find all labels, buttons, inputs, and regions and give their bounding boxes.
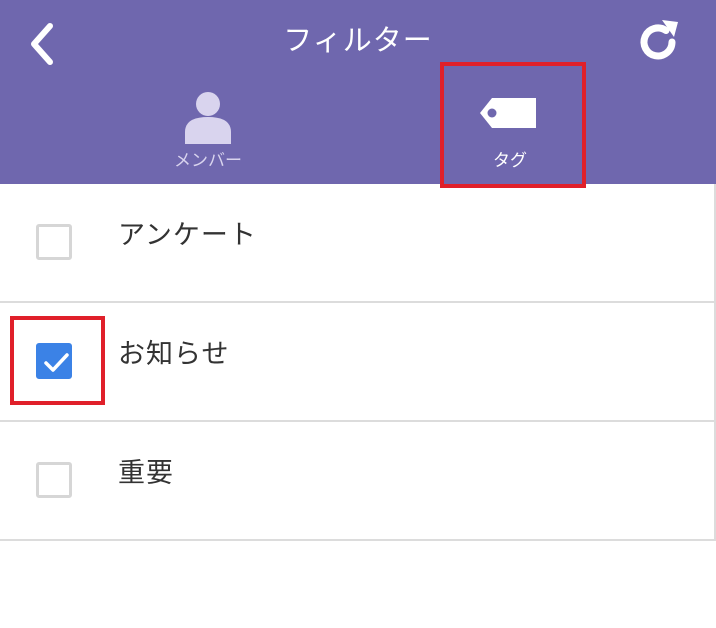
list-item[interactable]: アンケート bbox=[0, 184, 714, 303]
refresh-icon bbox=[640, 20, 678, 60]
tab-tags-label: タグ bbox=[493, 151, 527, 171]
tag-label: お知らせ bbox=[118, 339, 230, 370]
list-item[interactable]: お知らせ bbox=[0, 303, 714, 422]
tag-checkbox[interactable] bbox=[36, 343, 72, 379]
tag-icon bbox=[480, 98, 536, 128]
app-header: フィルター メンバー タグ bbox=[0, 0, 716, 188]
person-icon bbox=[185, 92, 231, 144]
tab-members-label: メンバー bbox=[174, 151, 242, 171]
page-title: フィルター bbox=[283, 23, 433, 57]
tab-tags[interactable]: タグ bbox=[440, 62, 580, 184]
tag-label: 重要 bbox=[118, 458, 174, 489]
refresh-button[interactable] bbox=[632, 16, 684, 68]
list-item[interactable]: 重要 bbox=[0, 422, 714, 541]
checkmark-icon bbox=[44, 353, 69, 372]
tab-members[interactable]: メンバー bbox=[138, 84, 278, 184]
tag-checkbox[interactable] bbox=[36, 224, 72, 260]
tag-list: アンケート お知らせ 重要 bbox=[0, 184, 716, 541]
tag-checkbox[interactable] bbox=[36, 462, 72, 498]
tag-label: アンケート bbox=[118, 220, 257, 251]
